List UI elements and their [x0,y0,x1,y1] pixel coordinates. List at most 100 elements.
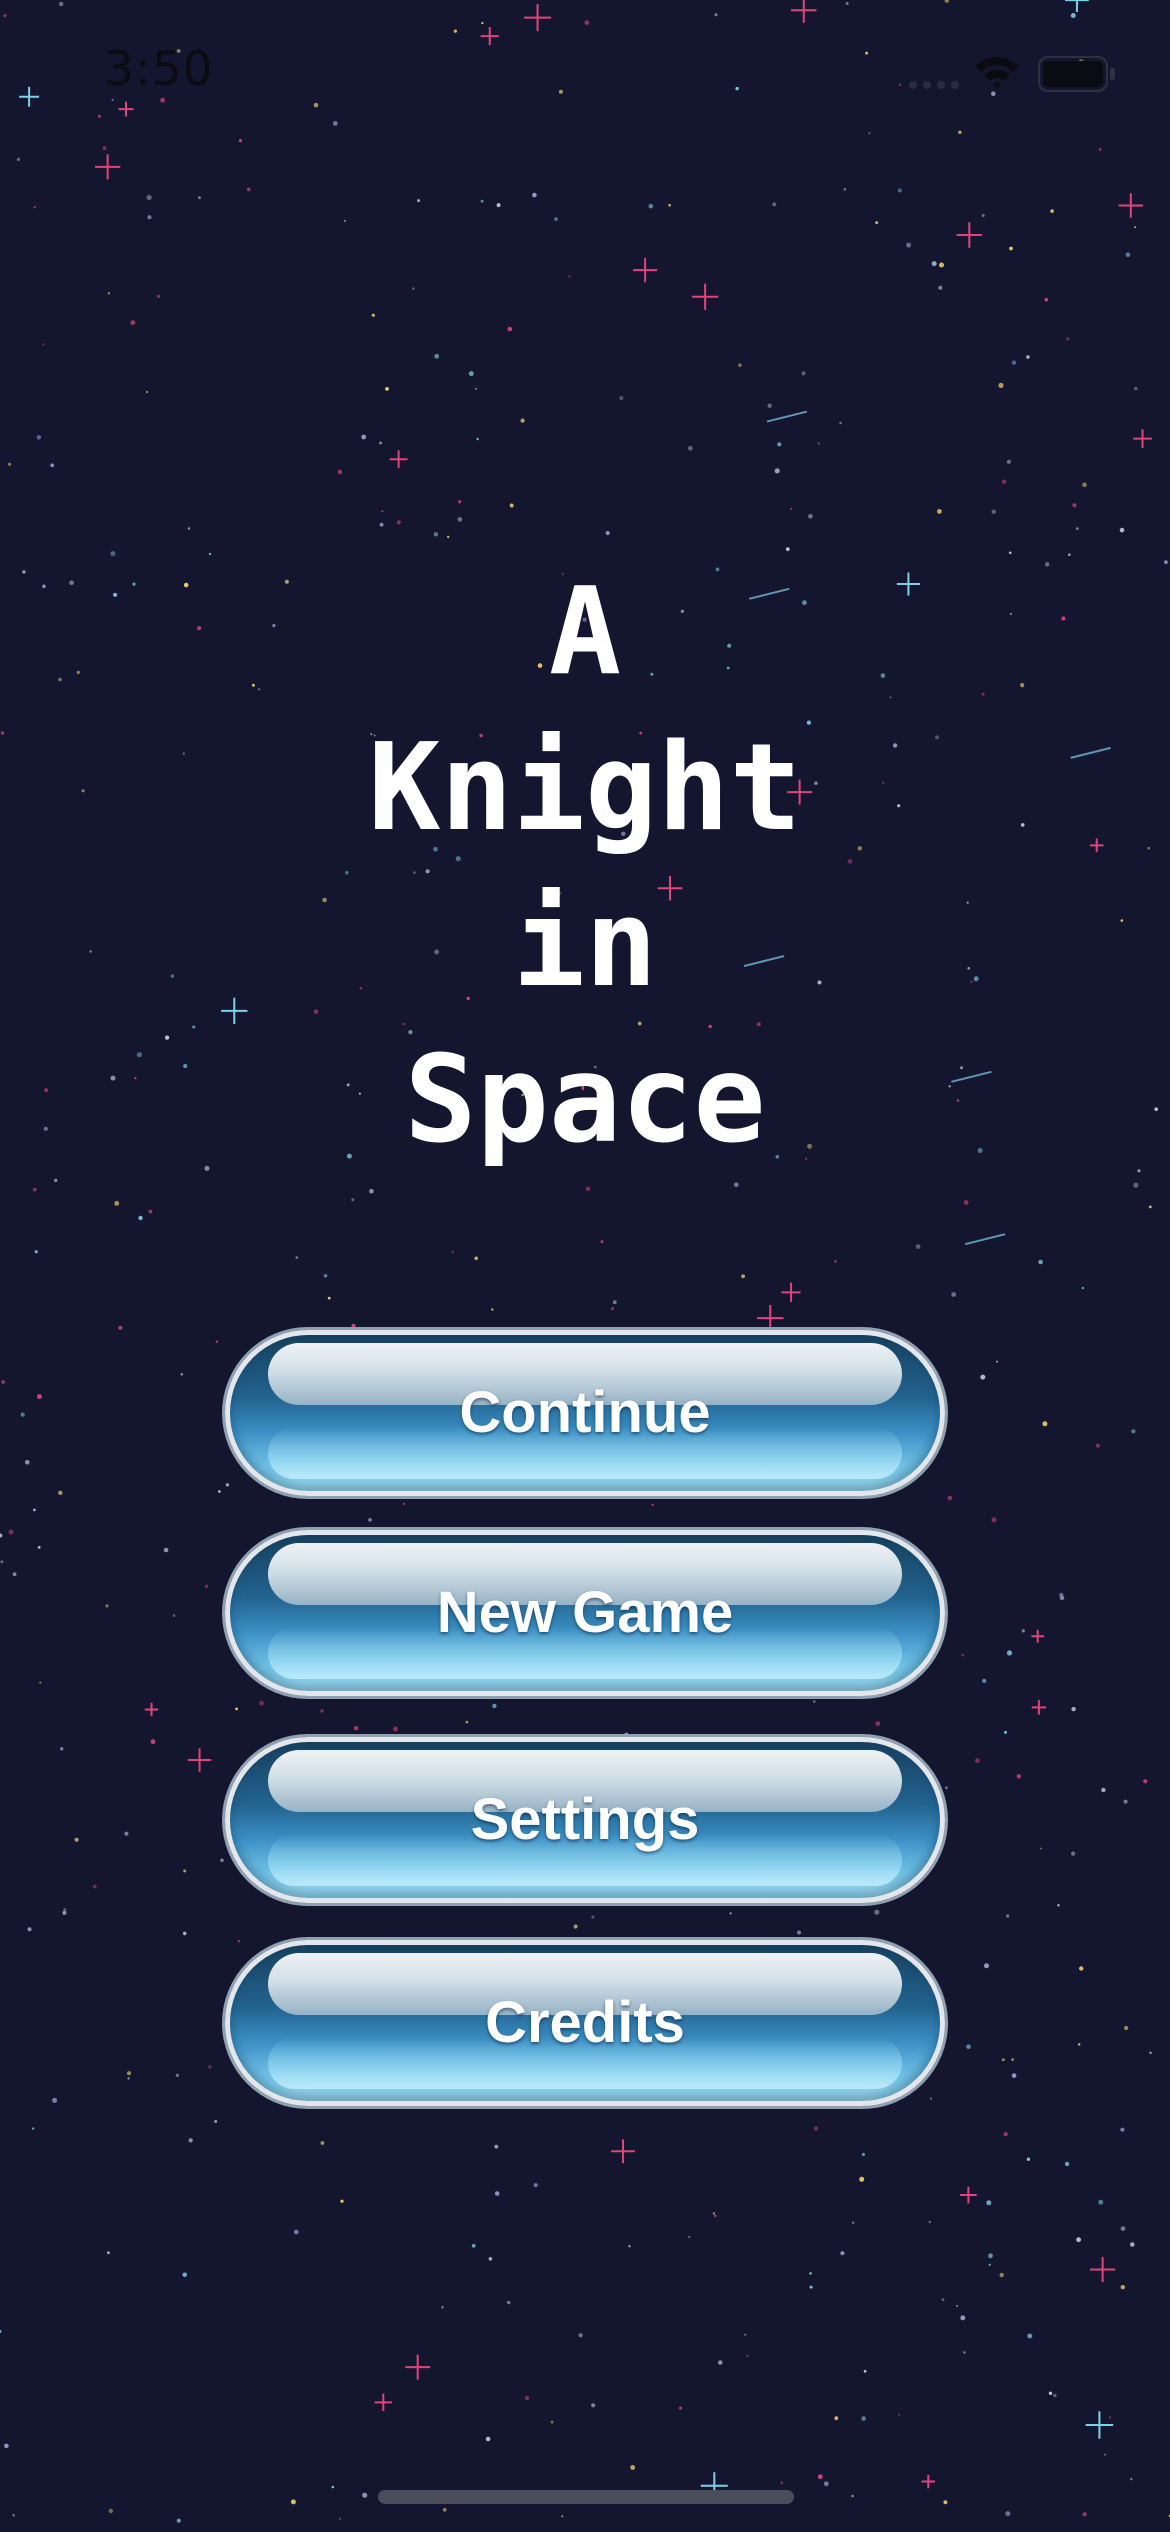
star [1120,2226,1126,2232]
star [813,1700,816,1703]
star [393,1726,398,1732]
star [214,2120,218,2123]
star [156,294,160,298]
star [118,1325,123,1330]
star [874,1909,880,1915]
star [337,469,343,475]
star [1009,246,1013,251]
star [381,510,384,513]
star [578,2333,583,2338]
star [351,1323,356,1328]
star [1004,1730,1007,1734]
star [468,371,474,377]
star [488,2257,493,2261]
star [36,1394,42,1399]
star [187,527,191,530]
star [651,1503,654,1506]
sparkle-star [632,257,658,283]
settings-button[interactable]: Settings [225,1737,945,1903]
star [738,363,742,367]
star [198,196,201,200]
star [941,2298,945,2302]
star [476,437,479,441]
star [734,1182,739,1188]
star [966,2044,971,2049]
star [988,2263,991,2266]
star [204,1584,209,1589]
sparkle-star [611,2139,635,2164]
wifi-icon [975,57,1019,89]
star [145,390,149,394]
star [290,2499,296,2505]
star [1011,2073,1017,2078]
star [1081,1286,1085,1290]
new-game-button[interactable]: New Game [225,1530,945,1696]
star [1071,1706,1076,1712]
star [362,2492,368,2498]
star [1082,482,1087,488]
star [327,1296,331,1300]
star [52,2097,58,2103]
star [984,1963,989,1969]
credits-button[interactable]: Credits [225,1940,945,2106]
star [379,441,383,445]
star [1001,479,1007,484]
status-time: 3:50 [104,42,214,97]
star [1008,551,1012,555]
sparkle-star [389,450,408,469]
star [605,530,610,536]
star [1098,2199,1104,2205]
star [986,2200,992,2206]
star [712,2212,716,2215]
star [1130,2242,1135,2247]
star [982,1678,987,1683]
star [42,343,45,346]
star [37,1546,41,1549]
star [612,1300,617,1305]
star [176,2518,181,2523]
star [1131,1429,1136,1434]
star [1021,1629,1025,1633]
star [1134,386,1138,391]
star [485,2436,491,2442]
home-indicator[interactable] [378,2490,794,2504]
star [1133,1182,1139,1188]
star [1042,1421,1048,1427]
star [797,1930,801,1935]
star [840,2251,845,2256]
star [74,1837,79,1842]
star [385,387,389,391]
star [124,1831,129,1836]
star [928,2220,931,2224]
star [991,1517,997,1523]
continue-button[interactable]: Continue [225,1330,945,1496]
star [188,2138,193,2143]
settings-label: Settings [470,1787,700,1852]
star [92,1884,97,1889]
star [471,2243,476,2248]
star [600,1240,604,1244]
star [496,203,501,208]
star [147,215,152,220]
new-game-label: New Game [436,1580,734,1645]
star [1125,252,1131,257]
star [746,2354,749,2357]
star [1095,1443,1100,1448]
star [1039,1847,1042,1850]
star [897,188,902,193]
star [150,1739,156,1745]
star [60,1747,64,1751]
star [172,1614,176,1617]
star [943,2500,948,2505]
star [834,1260,837,1263]
star [991,509,996,514]
star [619,396,624,401]
star [480,199,484,203]
star [875,221,879,225]
star [396,520,401,525]
star [509,503,514,508]
star [1134,226,1137,229]
star [668,203,671,207]
star [808,514,813,519]
star [875,1721,881,1727]
